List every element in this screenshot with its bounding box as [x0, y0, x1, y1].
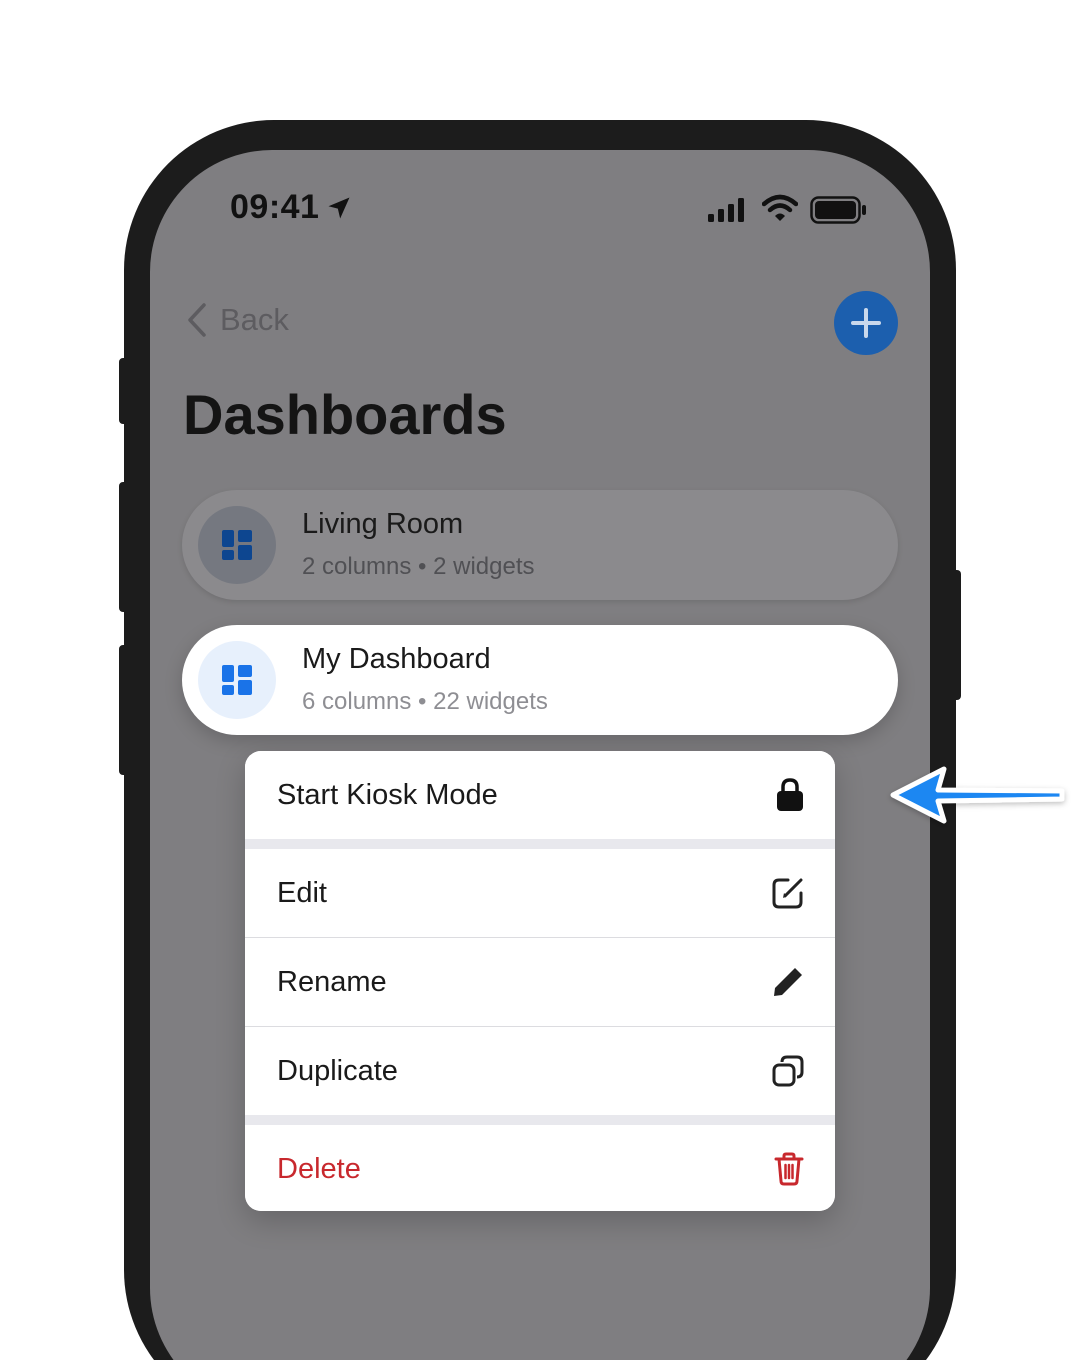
- back-label: Back: [220, 302, 289, 337]
- menu-item-start-kiosk-mode[interactable]: Start Kiosk Mode: [245, 751, 835, 839]
- add-dashboard-button[interactable]: [834, 291, 898, 355]
- menu-item-rename[interactable]: Rename: [245, 938, 835, 1026]
- page: 09:41 Back Dashboards Living Room 2 colu…: [0, 0, 1080, 1360]
- dashboard-item-my-dashboard[interactable]: My Dashboard 6 columns • 22 widgets: [182, 625, 898, 735]
- dashboard-icon: [222, 530, 252, 560]
- page-title: Dashboards: [183, 383, 507, 446]
- location-arrow-icon: [328, 197, 350, 219]
- wifi-icon: [762, 194, 798, 221]
- dashboard-subtitle: 6 columns • 22 widgets: [302, 688, 548, 715]
- plus-icon: [851, 308, 881, 338]
- pointer-arrow-icon: [890, 766, 1065, 824]
- dashboard-icon-badge: [198, 641, 276, 719]
- battery-icon: [810, 196, 866, 224]
- context-menu: Start Kiosk Mode Edit Rename Duplicate D…: [245, 751, 835, 1211]
- menu-item-label: Delete: [277, 1152, 361, 1185]
- menu-item-label: Rename: [277, 965, 387, 998]
- dashboard-icon-badge: [198, 506, 276, 584]
- menu-item-label: Start Kiosk Mode: [277, 778, 498, 811]
- trash-icon: [774, 1152, 804, 1186]
- pencil-icon: [774, 968, 802, 996]
- edit-icon: [772, 878, 803, 909]
- dashboard-item-living-room[interactable]: Living Room 2 columns • 2 widgets: [182, 490, 898, 600]
- menu-item-edit[interactable]: Edit: [245, 849, 835, 937]
- dashboard-title: Living Room: [302, 508, 464, 540]
- menu-group-divider: [245, 1115, 835, 1125]
- status-time: 09:41: [230, 188, 320, 226]
- menu-item-duplicate[interactable]: Duplicate: [245, 1027, 835, 1115]
- back-button[interactable]: Back: [186, 302, 289, 338]
- menu-group-divider: [245, 839, 835, 849]
- phone-screen: 09:41 Back Dashboards Living Room 2 colu…: [150, 150, 930, 1360]
- chevron-left-icon: [188, 303, 206, 337]
- dashboard-subtitle: 2 columns • 2 widgets: [302, 553, 535, 580]
- menu-item-delete[interactable]: Delete: [245, 1125, 835, 1211]
- dashboard-title: My Dashboard: [302, 643, 491, 675]
- menu-item-label: Duplicate: [277, 1054, 398, 1087]
- lock-icon: [777, 778, 803, 811]
- duplicate-icon: [772, 1055, 804, 1087]
- menu-item-label: Edit: [277, 876, 327, 909]
- signal-icon: [708, 198, 744, 222]
- dashboard-icon: [222, 665, 252, 695]
